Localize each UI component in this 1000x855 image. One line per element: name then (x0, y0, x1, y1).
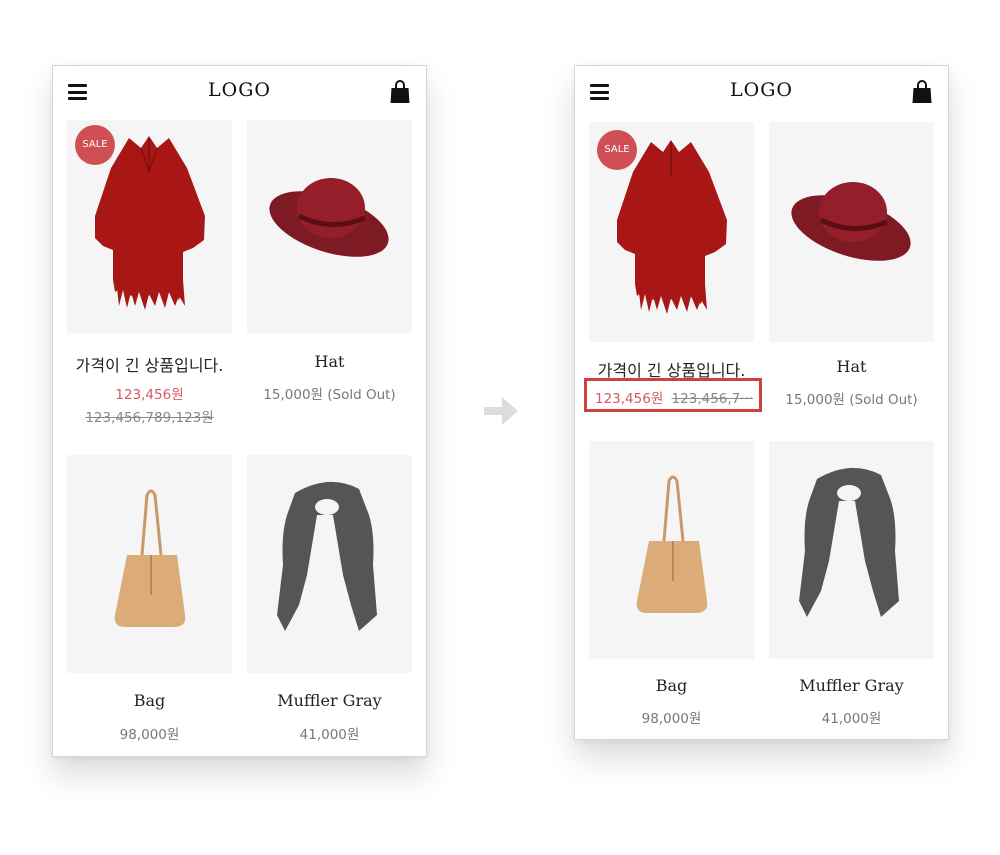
product-image[interactable] (247, 455, 412, 673)
product-name[interactable]: 가격이 긴 상품입니다. (67, 352, 232, 376)
product-price-block: 123,456원 123,456,789,123원 (67, 383, 232, 426)
phone-mockup-before: LOGO SALE 가격이 긴 상품입니다. 123,456원 123,456,… (52, 65, 427, 757)
highlight-box (584, 378, 762, 412)
gray-muffler-image (277, 481, 377, 631)
arrow-right-icon (484, 397, 518, 425)
tan-bag-image (636, 475, 708, 613)
shopping-bag-icon[interactable] (912, 80, 932, 104)
product-image[interactable]: SALE (589, 122, 754, 342)
product-name[interactable]: Bag (67, 691, 232, 710)
product-image[interactable]: SALE (67, 120, 232, 333)
gray-muffler-image (799, 467, 899, 617)
product-image[interactable] (589, 441, 754, 659)
product-name[interactable]: Hat (247, 352, 412, 371)
burgundy-hat-image (269, 178, 389, 257)
product-name[interactable]: Muffler Gray (247, 691, 412, 710)
product-image[interactable] (67, 455, 232, 673)
product-price: 41,000원 (299, 727, 360, 743)
sale-price: 123,456원 (115, 387, 184, 403)
logo[interactable]: LOGO (53, 79, 426, 101)
product-price: 15,000원 (Sold Out) (263, 387, 396, 403)
shopping-bag-icon[interactable] (390, 80, 410, 104)
product-image[interactable] (769, 122, 934, 342)
product-price: 15,000원 (Sold Out) (785, 392, 918, 408)
tan-bag-image (114, 489, 186, 627)
sale-badge: SALE (597, 130, 637, 170)
product-price: 98,000원 (641, 711, 702, 727)
product-price: 41,000원 (821, 711, 882, 727)
app-header: LOGO (575, 66, 948, 118)
phone-mockup-after: LOGO SALE 가격이 긴 상품입니다. 123,456원 123,456,… (574, 65, 949, 740)
original-price: 123,456,789,123원 (85, 410, 214, 426)
product-price: 98,000원 (119, 727, 180, 743)
sale-badge: SALE (75, 125, 115, 165)
app-header: LOGO (53, 66, 426, 118)
logo[interactable]: LOGO (575, 79, 948, 101)
product-name[interactable]: Bag (589, 676, 754, 695)
product-image[interactable] (247, 120, 412, 333)
product-name[interactable]: Hat (769, 357, 934, 376)
product-image[interactable] (769, 441, 934, 659)
product-name[interactable]: Muffler Gray (769, 676, 934, 695)
burgundy-hat-image (791, 182, 911, 261)
